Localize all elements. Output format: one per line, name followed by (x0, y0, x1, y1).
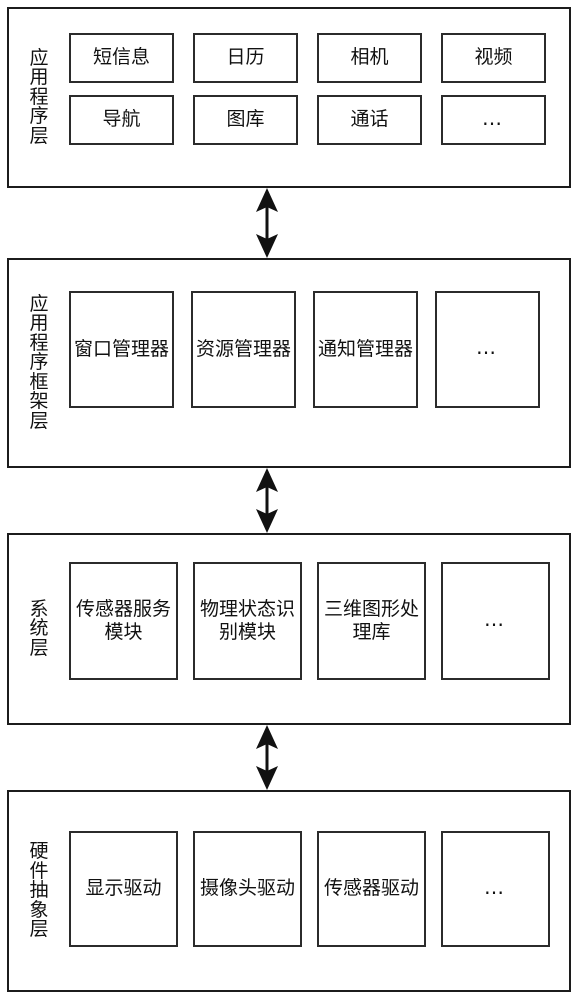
layer-application-framework: 应 用 程 序 框 架 层 窗口管理器 资源管理器 通知管理器 … (7, 258, 571, 468)
layer-body-application-framework: 窗口管理器 资源管理器 通知管理器 … (69, 260, 569, 466)
module-box-3d-graphics-library[interactable]: 三维图形处理库 (317, 562, 426, 680)
connector-app-to-framework (245, 186, 289, 260)
architecture-diagram: 应 用 程 序 层 短信息 日历 相机 视频 导航 图库 通话 … 应 用 程 … (0, 0, 579, 1000)
module-box-notification-manager[interactable]: 通知管理器 (313, 291, 418, 408)
layer-label-char: 序 (29, 351, 49, 374)
module-box-window-manager[interactable]: 窗口管理器 (69, 291, 174, 408)
module-box-more-apps[interactable]: … (441, 95, 546, 145)
module-box-phone-call[interactable]: 通话 (317, 95, 422, 145)
module-box-video[interactable]: 视频 (441, 33, 546, 83)
layer-system: 系 统 层 传感器服务模块 物理状态识别模块 三维图形处理库 … (7, 533, 571, 725)
module-box-sensor-service[interactable]: 传感器服务模块 (69, 562, 178, 680)
module-row: 传感器服务模块 物理状态识别模块 三维图形处理库 … (69, 562, 569, 680)
layer-body-application: 短信息 日历 相机 视频 导航 图库 通话 … (69, 9, 569, 186)
layer-label-application-framework: 应 用 程 序 框 架 层 (9, 260, 69, 466)
double-arrow-icon (256, 725, 278, 790)
layer-label-char: 层 (29, 636, 49, 659)
layer-label-char: 用 (29, 312, 49, 335)
layer-body-system: 传感器服务模块 物理状态识别模块 三维图形处理库 … (69, 535, 569, 723)
layer-application: 应 用 程 序 层 短信息 日历 相机 视频 导航 图库 通话 … (7, 7, 571, 188)
layer-label-char: 序 (29, 105, 49, 128)
layer-body-hardware-abstraction: 显示驱动 摄像头驱动 传感器驱动 … (69, 792, 569, 990)
double-arrow-icon (256, 188, 278, 258)
module-box-display-driver[interactable]: 显示驱动 (69, 831, 178, 947)
module-box-camera-driver[interactable]: 摄像头驱动 (193, 831, 302, 947)
connector-framework-to-system (245, 466, 289, 535)
layer-label-char: 硬 (29, 840, 49, 863)
module-box-sensor-driver[interactable]: 传感器驱动 (317, 831, 426, 947)
module-box-physical-state-recognition[interactable]: 物理状态识别模块 (193, 562, 302, 680)
layer-label-hardware-abstraction: 硬 件 抽 象 层 (9, 792, 69, 990)
module-box-calendar[interactable]: 日历 (193, 33, 298, 83)
module-box-more-framework[interactable]: … (435, 291, 540, 408)
module-row: 导航 图库 通话 … (69, 95, 569, 145)
layer-label-char: 层 (29, 409, 49, 432)
double-arrow-icon (256, 468, 278, 533)
connector-system-to-hal (245, 723, 289, 792)
layer-label-application: 应 用 程 序 层 (9, 9, 69, 186)
layer-label-char: 抽 (29, 879, 49, 902)
module-row: 显示驱动 摄像头驱动 传感器驱动 … (69, 831, 569, 947)
module-box-more-system[interactable]: … (441, 562, 550, 680)
module-box-resource-manager[interactable]: 资源管理器 (191, 291, 296, 408)
layer-label-char: 架 (29, 390, 49, 413)
layer-label-char: 层 (29, 918, 49, 941)
module-box-sms[interactable]: 短信息 (69, 33, 174, 83)
module-row: 短信息 日历 相机 视频 (69, 33, 569, 83)
module-box-navigation[interactable]: 导航 (69, 95, 174, 145)
module-box-more-hal[interactable]: … (441, 831, 550, 947)
module-box-camera[interactable]: 相机 (317, 33, 422, 83)
layer-hardware-abstraction: 硬 件 抽 象 层 显示驱动 摄像头驱动 传感器驱动 … (7, 790, 571, 992)
layer-label-char: 用 (29, 66, 49, 89)
layer-label-char: 层 (29, 124, 49, 147)
layer-label-char: 统 (29, 617, 49, 640)
layer-label-system: 系 统 层 (9, 535, 69, 723)
module-box-gallery[interactable]: 图库 (193, 95, 298, 145)
module-row: 窗口管理器 资源管理器 通知管理器 … (69, 291, 569, 408)
